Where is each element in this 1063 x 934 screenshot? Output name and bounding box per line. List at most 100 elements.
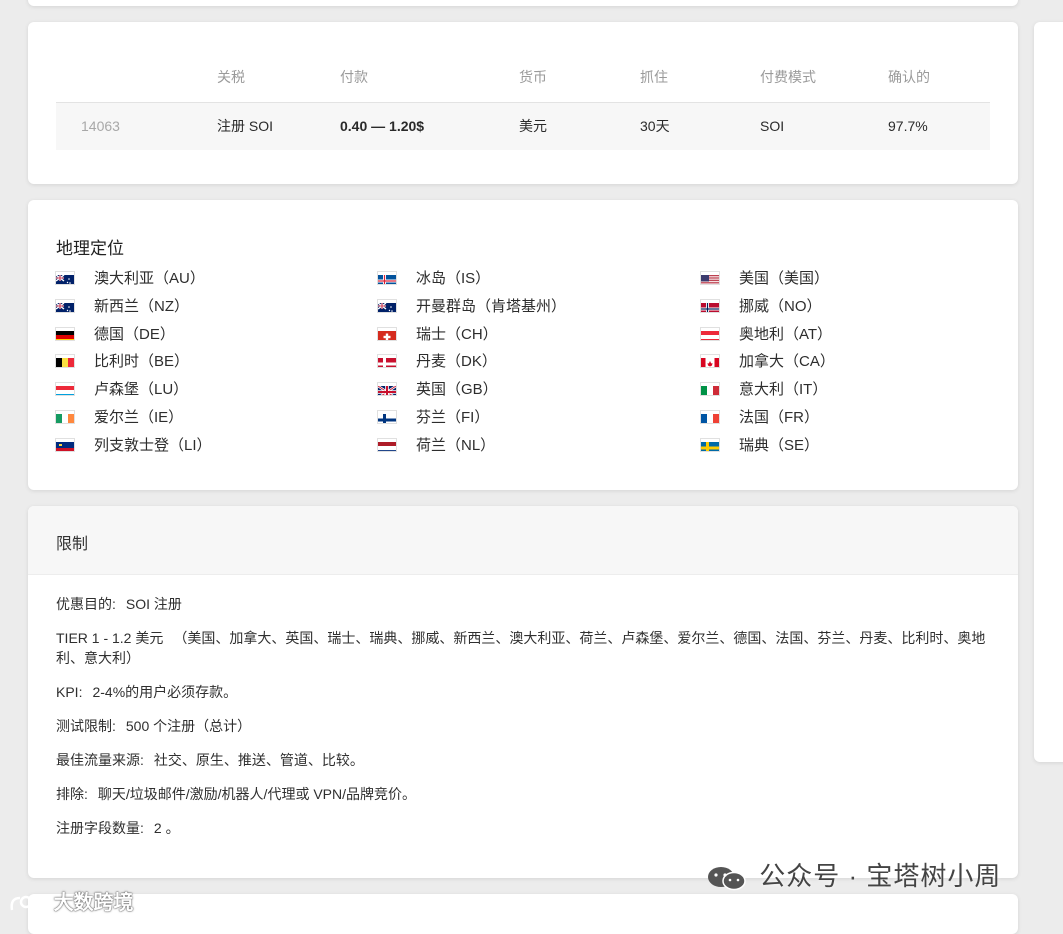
- lu-flag-icon: [56, 383, 74, 395]
- geo-list-item: 法国（FR）: [701, 407, 1001, 435]
- geo-list-item: 新西兰（NZ）: [56, 296, 356, 324]
- restriction-key: TIER 1 - 1.2 美元: [56, 630, 163, 646]
- gb-flag-icon: [378, 383, 396, 395]
- geo-list-item: 爱尔兰（IE）: [56, 407, 356, 435]
- brand-logo-icon: [8, 894, 48, 914]
- geo-list-item: 瑞士（CH）: [378, 324, 678, 352]
- restriction-value: 2 。: [154, 820, 180, 836]
- geo-label: 澳大利亚（AU）: [94, 268, 205, 290]
- geo-list-item: 英国（GB）: [378, 379, 678, 407]
- payout-card: 关税 付款 货币 抓住 付费模式 确认的 14063 注册 SOI 0.40 —…: [28, 22, 1018, 184]
- ie-flag-icon: [56, 411, 74, 423]
- cell-model: SOI: [760, 103, 784, 149]
- geo-label: 英国（GB）: [416, 379, 498, 401]
- geo-list-item: 丹麦（DK）: [378, 351, 678, 379]
- geo-list-item: 澳大利亚（AU）: [56, 268, 356, 296]
- restriction-value: （美国、加拿大、英国、瑞士、瑞典、挪威、新西兰、澳大利亚、荷兰、卢森堡、爱尔兰、…: [56, 630, 985, 666]
- restriction-key: 排除:: [56, 786, 88, 802]
- restriction-value: 500 个注册（总计）: [126, 718, 251, 734]
- geo-list-item: 德国（DE）: [56, 324, 356, 352]
- cell-id: 14063: [81, 103, 120, 149]
- top-card-edge: [28, 0, 1018, 6]
- geo-list-item: 卢森堡（LU）: [56, 379, 356, 407]
- geo-label: 意大利（IT）: [739, 379, 827, 401]
- geo-label: 新西兰（NZ）: [94, 296, 189, 318]
- geo-list-item: 瑞典（SE）: [701, 435, 1001, 463]
- cell-confirmed: 97.7%: [888, 103, 928, 149]
- geo-label: 加拿大（CA）: [739, 351, 835, 373]
- geo-list-item: 列支敦士登（LI）: [56, 435, 356, 463]
- geo-label: 德国（DE）: [94, 324, 175, 346]
- restriction-line: 排除:聊天/垃圾邮件/激励/机器人/代理或 VPN/品牌竞价。: [56, 784, 986, 804]
- geo-label: 开曼群岛（肯塔基州）: [416, 296, 566, 318]
- restriction-key: 优惠目的:: [56, 596, 116, 612]
- geo-label: 美国（美国）: [739, 268, 829, 290]
- restriction-line: TIER 1 - 1.2 美元（美国、加拿大、英国、瑞士、瑞典、挪威、新西兰、澳…: [56, 628, 986, 668]
- at-flag-icon: [701, 328, 719, 340]
- geo-list-item: 奥地利（AT）: [701, 324, 1001, 352]
- au-flag-icon: [56, 272, 74, 284]
- payout-table-header: 关税 付款 货币 抓住 付费模式 确认的: [56, 62, 990, 103]
- fi-flag-icon: [378, 411, 396, 423]
- header-model: 付费模式: [760, 62, 816, 92]
- restriction-line: KPI:2-4%的用户必须存款。: [56, 682, 986, 702]
- restriction-value: SOI 注册: [126, 596, 182, 612]
- geo-column: 冰岛（IS） 开曼群岛（肯塔基州） 瑞士（CH） 丹麦（DK）英国（GB） 芬兰（FI）…: [378, 268, 678, 463]
- header-payout: 付款: [340, 62, 368, 92]
- geo-label: 奥地利（AT）: [739, 324, 832, 346]
- restriction-line: 测试限制: 500 个注册（总计）: [56, 716, 986, 736]
- geo-label: 挪威（NO）: [739, 296, 822, 318]
- nl-flag-icon: [378, 439, 396, 451]
- geo-title: 地理定位: [56, 234, 124, 259]
- geo-label: 卢森堡（LU）: [94, 379, 188, 401]
- cell-tax: 注册 SOI: [217, 103, 273, 149]
- cell-payout: 0.40 — 1.20$: [340, 103, 424, 149]
- restriction-value: 2-4%的用户必须存款。: [92, 684, 237, 700]
- restrictions-title: 限制: [56, 530, 88, 554]
- wechat-watermark: 公众号 · 宝塔树小周: [705, 856, 1001, 896]
- us-flag-icon: [701, 272, 719, 284]
- restriction-line: 最佳流量来源:社交、原生、推送、管道、比较。: [56, 750, 986, 770]
- geo-list-item: 意大利（IT）: [701, 379, 1001, 407]
- geo-list-item: 加拿大（CA）: [701, 351, 1001, 379]
- header-confirmed: 确认的: [888, 62, 930, 92]
- be-flag-icon: [56, 355, 74, 367]
- brand-watermark-text: 大数跨境: [54, 892, 134, 914]
- geo-list-item: 荷兰（NL）: [378, 435, 678, 463]
- geo-label: 芬兰（FI）: [416, 407, 489, 429]
- is-flag-icon: [378, 272, 396, 284]
- fr-flag-icon: [701, 411, 719, 423]
- geo-label: 瑞士（CH）: [416, 324, 498, 346]
- geo-card: 地理定位 澳大利亚（AU） 新西兰（NZ） 德国（DE） 比利时（BE） 卢森堡（LU）…: [28, 200, 1018, 490]
- restrictions-body: 优惠目的: SOI 注册 TIER 1 - 1.2 美元（美国、加拿大、英国、瑞士、…: [56, 594, 986, 852]
- wechat-watermark-text: 公众号 · 宝塔树小周: [759, 861, 1001, 891]
- table-row: 14063 注册 SOI 0.40 — 1.20$ 美元 30天 SOI 97.…: [56, 103, 990, 150]
- cell-currency: 美元: [519, 103, 547, 149]
- restriction-value: 社交、原生、推送、管道、比较。: [154, 752, 364, 768]
- restrictions-header: 限制: [28, 506, 1018, 575]
- geo-label: 比利时（BE）: [94, 351, 189, 373]
- geo-list-item: 美国（美国）: [701, 268, 1001, 296]
- geo-list-item: 比利时（BE）: [56, 351, 356, 379]
- header-tax: 关税: [217, 62, 245, 92]
- bottom-card-edge: [28, 894, 1018, 934]
- side-panel: [1034, 22, 1063, 762]
- geo-label: 冰岛（IS）: [416, 268, 490, 290]
- no-flag-icon: [701, 300, 719, 312]
- li-flag-icon: [56, 439, 74, 451]
- dk-flag-icon: [378, 355, 396, 367]
- geo-label: 瑞典（SE）: [739, 435, 819, 457]
- geo-list-item: 冰岛（IS）: [378, 268, 678, 296]
- restriction-key: 测试限制:: [56, 718, 116, 734]
- geo-label: 爱尔兰（IE）: [94, 407, 183, 429]
- restriction-line: 注册字段数量:2 。: [56, 818, 986, 838]
- geo-list-item: 挪威（NO）: [701, 296, 1001, 324]
- brand-watermark: 大数跨境: [8, 886, 134, 915]
- payout-table: 关税 付款 货币 抓住 付费模式 确认的 14063 注册 SOI 0.40 —…: [56, 62, 990, 150]
- header-currency: 货币: [519, 62, 547, 92]
- cell-capture: 30天: [640, 103, 670, 149]
- geo-list-item: 芬兰（FI）: [378, 407, 678, 435]
- ky-flag-icon: [378, 300, 396, 312]
- geo-list-item: 开曼群岛（肯塔基州）: [378, 296, 678, 324]
- geo-label: 法国（FR）: [739, 407, 819, 429]
